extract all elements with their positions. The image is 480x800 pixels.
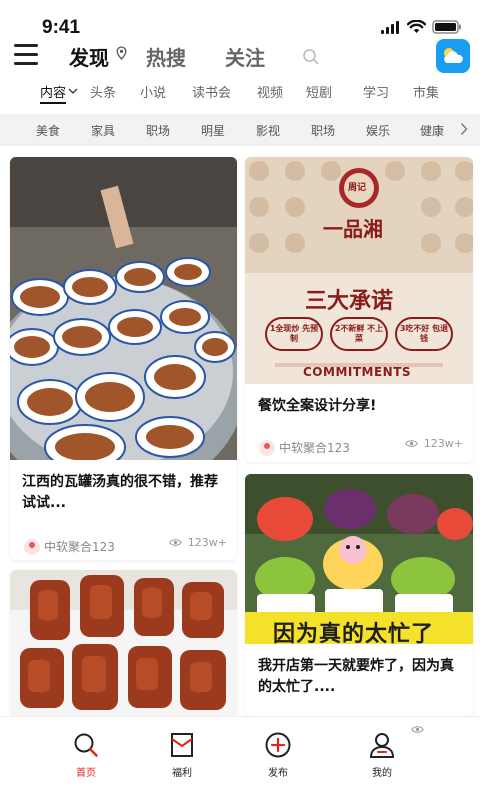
tab-discover[interactable]: 发现: [69, 42, 109, 71]
avatar: [24, 538, 40, 555]
avatar: [259, 439, 275, 456]
card-image-clay-pot-soup[interactable]: [10, 157, 237, 460]
weather-button[interactable]: [436, 39, 470, 73]
card-views: 123w+: [168, 536, 227, 549]
category-tab-study[interactable]: 学习: [363, 82, 389, 101]
weather-cloud-icon: [444, 48, 463, 63]
tab-follow[interactable]: 关注: [225, 42, 265, 71]
promise-badge-text: 2不新鲜 不上菜: [334, 324, 384, 343]
status-icons: [381, 20, 462, 34]
clay-pot-soup-photo: [10, 157, 237, 460]
roast-meat-photo: [10, 570, 237, 716]
promise-badge-text: 1全现炒 先预制: [269, 324, 319, 343]
sub-category-item[interactable]: 职场: [146, 122, 170, 139]
category-tab-content[interactable]: 内容: [40, 82, 66, 101]
search-icon[interactable]: [302, 48, 320, 66]
search-icon: [74, 733, 98, 757]
nav-label: 首页: [76, 768, 96, 779]
bottom-tab-bar: 首页 福利 发布 我的: [0, 716, 480, 800]
promise-badge: 1全现炒 先预制: [265, 317, 323, 351]
card-author[interactable]: 中软聚合123: [24, 538, 115, 555]
card-title[interactable]: 我开店第一天就要炸了，因为真的太忙了....: [258, 656, 463, 698]
promise-title-text: 三大承诺: [305, 288, 394, 314]
tab-hot-search[interactable]: 热搜: [146, 42, 186, 71]
wifi-icon: [407, 20, 426, 33]
nav-welfare[interactable]: 福利: [152, 731, 212, 779]
signal-icon: [381, 20, 399, 34]
nav-label: 福利: [172, 768, 192, 779]
eye-icon: [404, 440, 418, 447]
author-name: 中软聚合123: [44, 540, 115, 554]
card-image-brand-design[interactable]: 周记 一品湘 三大承诺 1全现炒 先预制 2不新鲜 不上菜 3吃不好 包退钱 C…: [245, 157, 473, 384]
status-time: 9:41: [42, 17, 81, 38]
card-title[interactable]: 江西的瓦罐汤真的很不错，推荐试试...: [22, 472, 225, 514]
author-name: 中软聚合123: [279, 441, 350, 455]
category-tab-novel[interactable]: 小说: [140, 82, 166, 101]
battery-icon: [432, 20, 461, 34]
sub-category-item[interactable]: 美食: [36, 122, 60, 139]
status-bar: 9:41: [0, 0, 480, 40]
add-circle-icon: [265, 732, 291, 758]
card-author[interactable]: 中软聚合123: [259, 439, 350, 456]
eye-icon: [411, 726, 424, 733]
category-tab-video[interactable]: 视频: [257, 82, 283, 101]
sub-category-item[interactable]: 健康: [420, 122, 444, 139]
brand-name-text: 一品湘: [323, 217, 383, 241]
view-count: 123w+: [423, 437, 463, 450]
card-views: 123w+: [404, 437, 463, 450]
feed-card[interactable]: 因为真的太忙了 我开店第一天就要炸了，因为真的太忙了....: [245, 474, 473, 716]
sub-category-item[interactable]: 职场: [311, 122, 335, 139]
gift-envelope-icon: [171, 733, 193, 757]
nav-label: 我的: [372, 768, 392, 779]
sub-category-item[interactable]: 娱乐: [366, 122, 390, 139]
chevron-right-icon[interactable]: [460, 122, 468, 136]
location-pin-icon[interactable]: [116, 46, 127, 61]
sub-category-item[interactable]: 家具: [91, 122, 115, 139]
nav-publish[interactable]: 发布: [248, 731, 308, 779]
promise-badge: 2不新鲜 不上菜: [330, 317, 388, 351]
chevron-down-icon[interactable]: [68, 88, 78, 95]
nav-profile[interactable]: 我的: [352, 731, 412, 779]
category-tab-headlines[interactable]: 头条: [90, 82, 116, 101]
eye-icon: [168, 539, 182, 546]
category-active-underline: [40, 102, 66, 104]
sub-category-item[interactable]: 明星: [201, 122, 225, 139]
view-count: 123w+: [187, 536, 227, 549]
feed-card[interactable]: 江西的瓦罐汤真的很不错，推荐试试... 中软聚合123 123w+: [10, 157, 237, 560]
sub-category-item[interactable]: 影视: [256, 122, 280, 139]
card-title[interactable]: 餐饮全案设计分享!: [258, 396, 463, 417]
promise-badge-text: 3吃不好 包退钱: [399, 324, 449, 343]
person-icon: [369, 733, 395, 758]
commitments-text: COMMITMENTS: [303, 365, 412, 379]
promise-badge: 3吃不好 包退钱: [395, 317, 453, 351]
category-tab-book-club[interactable]: 读书会: [192, 82, 231, 101]
feed-card[interactable]: [10, 570, 237, 716]
card-image-roast-meat[interactable]: [10, 570, 237, 716]
category-tabs: 内容 头条 小说 读书会 视频 短剧 学习 市集: [0, 80, 480, 106]
category-tab-market[interactable]: 市集: [413, 82, 439, 101]
feed-card[interactable]: 周记 一品湘 三大承诺 1全现炒 先预制 2不新鲜 不上菜 3吃不好 包退钱 C…: [245, 157, 473, 462]
nav-label: 发布: [268, 768, 288, 779]
sub-category-bar: 美食 家具 职场 明星 影视 职场 娱乐 健康: [0, 114, 480, 146]
shaved-ice-caption: 因为真的太忙了: [273, 622, 435, 644]
nav-home[interactable]: 首页: [56, 731, 116, 779]
category-tab-short-drama[interactable]: 短剧: [306, 82, 332, 101]
card-image-shaved-ice[interactable]: 因为真的太忙了: [245, 474, 473, 644]
menu-icon[interactable]: [14, 44, 40, 70]
brand-seal-text: 周记: [348, 183, 367, 193]
top-header: 发现 热搜 关注: [0, 38, 480, 76]
